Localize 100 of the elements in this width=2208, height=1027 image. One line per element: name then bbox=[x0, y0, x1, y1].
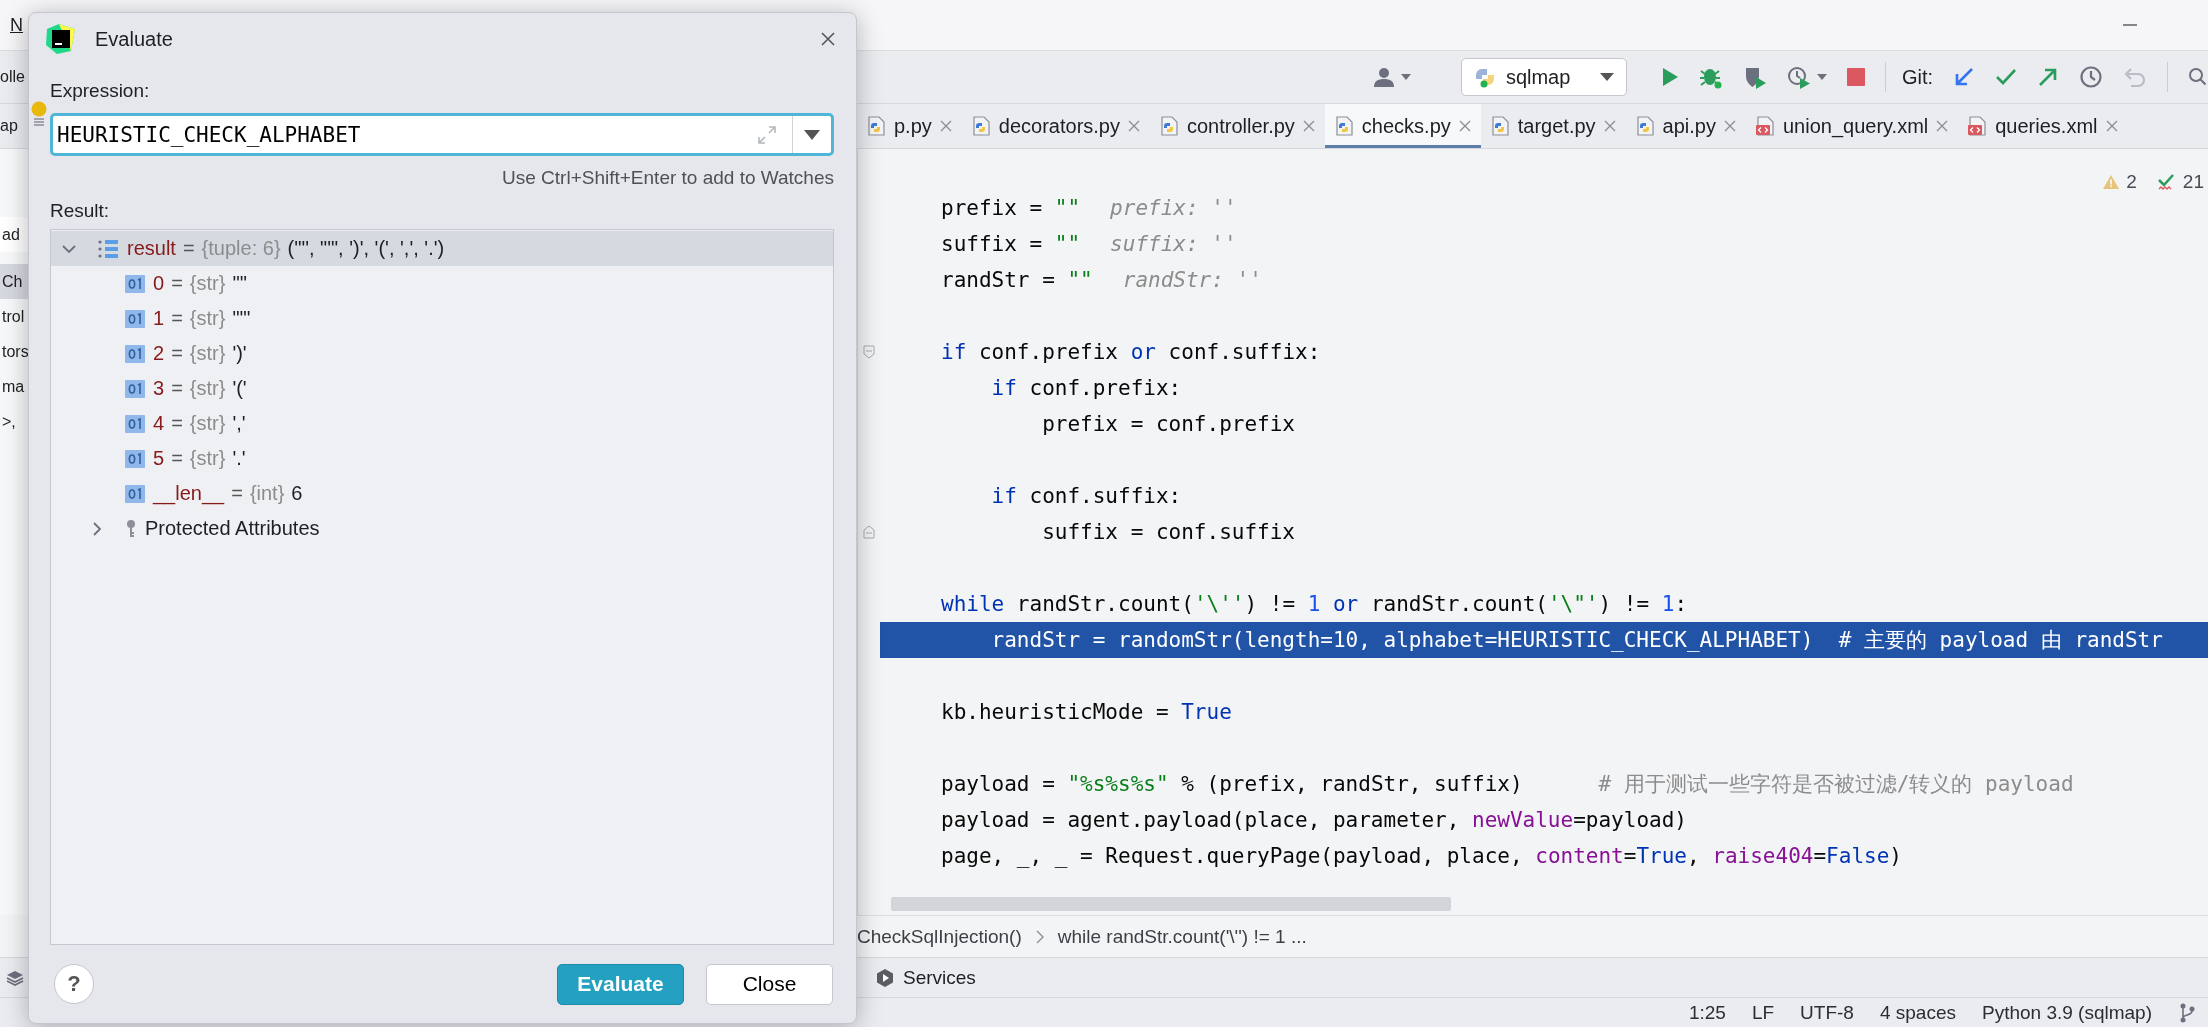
close-icon[interactable] bbox=[1302, 120, 1315, 132]
status-item[interactable]: Python 3.9 (sqlmap) bbox=[1981, 1001, 2152, 1024]
code-line: prefix = conf.prefix bbox=[1041, 412, 1295, 436]
expand-icon[interactable] bbox=[756, 123, 778, 146]
stop-icon[interactable] bbox=[1846, 68, 1865, 86]
tree-row[interactable]: 5 = {str} '.' bbox=[51, 441, 833, 476]
clock-icon[interactable] bbox=[2079, 65, 2103, 89]
close-icon[interactable] bbox=[1603, 120, 1616, 132]
fold-marker-icon[interactable] bbox=[863, 345, 875, 359]
editor-tab[interactable]: decorators.py bbox=[961, 104, 1150, 148]
close-icon[interactable] bbox=[1128, 120, 1140, 132]
tab-label[interactable]: ap bbox=[0, 117, 28, 135]
tree-row[interactable]: 4 = {str} ',' bbox=[51, 406, 833, 441]
toolbar-label: olle bbox=[0, 68, 26, 86]
chevron-icon[interactable] bbox=[90, 521, 104, 536]
run-icon[interactable] bbox=[1660, 67, 1679, 87]
down-left-arrow-icon[interactable] bbox=[1953, 66, 1975, 88]
close-button[interactable]: Close bbox=[706, 963, 833, 1005]
close-icon[interactable] bbox=[1723, 120, 1736, 132]
close-icon[interactable] bbox=[1458, 120, 1471, 132]
tree-item[interactable]: >, bbox=[0, 404, 28, 439]
variable-icon bbox=[125, 379, 145, 398]
tree-item[interactable]: trol bbox=[0, 299, 28, 334]
editor-tab[interactable]: checks.py bbox=[1324, 104, 1481, 148]
clock-play-icon[interactable] bbox=[1786, 65, 1811, 89]
menu-item[interactable]: N bbox=[0, 14, 28, 36]
editor-tab[interactable]: p.py bbox=[857, 104, 962, 148]
file-icon bbox=[1489, 116, 1510, 136]
variable-icon bbox=[125, 449, 145, 468]
breadcrumb-item[interactable]: while randStr.count('\'') != 1 ... bbox=[1057, 925, 1307, 948]
variable-icon bbox=[125, 414, 145, 433]
caret-icon[interactable] bbox=[1816, 74, 1827, 80]
chevron-icon bbox=[1035, 929, 1044, 944]
status-item[interactable]: UTF-8 bbox=[1800, 1001, 1854, 1024]
dropdown-arrow-icon[interactable] bbox=[804, 129, 820, 140]
tree-row[interactable]: 0 = {str} '"' bbox=[51, 266, 833, 301]
tree-item[interactable]: ma bbox=[0, 369, 28, 404]
close-icon[interactable] bbox=[820, 31, 836, 47]
expression-label: Expression: bbox=[50, 79, 151, 103]
tree-row[interactable]: 1 = {str} "'" bbox=[51, 301, 833, 336]
file-icon bbox=[866, 116, 886, 136]
branch-icon[interactable] bbox=[2178, 1001, 2196, 1024]
close-icon[interactable] bbox=[2105, 120, 2118, 132]
caret-icon[interactable] bbox=[1400, 74, 1411, 80]
fold-marker-icon[interactable] bbox=[863, 525, 875, 539]
tree-row[interactable]: __len__ = {int} 6 bbox=[51, 476, 833, 511]
tree-row[interactable]: 2 = {str} ')' bbox=[51, 336, 833, 371]
file-icon bbox=[1634, 116, 1655, 136]
status-item[interactable]: LF bbox=[1751, 1001, 1775, 1024]
tree-row[interactable]: Protected Attributes bbox=[51, 511, 833, 546]
scrollbar[interactable] bbox=[891, 897, 1451, 911]
tree-item[interactable]: ad bbox=[0, 217, 28, 252]
layers-icon[interactable] bbox=[6, 968, 24, 987]
variable-icon bbox=[125, 344, 145, 363]
variable-label: 0 = {str} '"' bbox=[153, 272, 248, 295]
markup-file-icon bbox=[1754, 116, 1775, 136]
code-line: if conf.prefix: bbox=[990, 376, 1182, 400]
tree-row[interactable]: 3 = {str} '(' bbox=[51, 371, 833, 406]
variable-label: 5 = {str} '.' bbox=[153, 447, 246, 470]
tree-row[interactable]: result = {tuple: 6} ('"', "'", ')', '(', ',', '.') bbox=[51, 231, 833, 266]
editor-tab[interactable]: target.py bbox=[1480, 104, 1626, 148]
user-icon[interactable] bbox=[1372, 67, 1395, 87]
status-item[interactable]: 1:25 bbox=[1688, 1001, 1726, 1024]
tree-item[interactable]: Ch bbox=[0, 264, 28, 299]
code-line: suffix = "" suffix: '' bbox=[941, 232, 1237, 256]
file-icon bbox=[1333, 116, 1354, 136]
key-icon bbox=[125, 518, 137, 539]
code-line: kb.heuristicMode = True bbox=[941, 700, 1232, 724]
file-icon bbox=[970, 116, 991, 136]
group-label: Protected Attributes bbox=[145, 517, 320, 540]
close-icon[interactable] bbox=[1936, 120, 1949, 132]
markup-file-icon bbox=[1967, 116, 1988, 136]
code-line: suffix = conf.suffix bbox=[1041, 520, 1295, 544]
editor-tab[interactable]: controller.py bbox=[1150, 104, 1325, 148]
tool-window-button[interactable]: Services bbox=[875, 966, 976, 989]
up-right-arrow-icon[interactable] bbox=[2037, 66, 2059, 88]
result-label: Result: bbox=[50, 199, 111, 223]
warning-icon[interactable] bbox=[2102, 174, 2121, 190]
editor-tab[interactable]: queries.xml bbox=[1958, 104, 2128, 148]
editor-tab[interactable]: union_query.xml bbox=[1745, 104, 1959, 148]
variable-label: 2 = {str} ')' bbox=[153, 342, 247, 365]
close-icon[interactable] bbox=[939, 120, 952, 132]
help-button[interactable]: ? bbox=[54, 964, 94, 1004]
hint-text: Use Ctrl+Shift+Enter to add to Watches bbox=[501, 166, 834, 190]
code-line: randStr = randomStr(length=10, alphabet=HEURISTIC_CHECK_ALPHABET) # 主要的 payload 由 randStr bbox=[990, 627, 2163, 654]
variable-label: __len__ = {int} 6 bbox=[153, 482, 303, 505]
breadcrumb-item[interactable]: CheckSqlInjection() bbox=[857, 925, 1022, 948]
caret-icon bbox=[1599, 73, 1614, 81]
warning-count: 2 bbox=[2126, 171, 2137, 193]
variable-label: 1 = {str} "'" bbox=[153, 307, 251, 330]
expression-field[interactable]: HEURISTIC_CHECK_ALPHABET bbox=[50, 113, 834, 156]
status-item[interactable]: 4 spaces bbox=[1879, 1001, 1956, 1024]
run-config-dropdown[interactable]: sqlmap bbox=[1460, 58, 1627, 96]
editor-tab[interactable]: api.py bbox=[1625, 104, 1746, 148]
lightbulb-icon[interactable] bbox=[30, 101, 48, 127]
search-icon[interactable] bbox=[2188, 67, 2206, 87]
check-icon[interactable] bbox=[2156, 173, 2177, 191]
app-logo bbox=[45, 23, 77, 55]
code-line: if conf.suffix: bbox=[990, 484, 1182, 508]
tree-item[interactable]: tors bbox=[0, 334, 28, 369]
